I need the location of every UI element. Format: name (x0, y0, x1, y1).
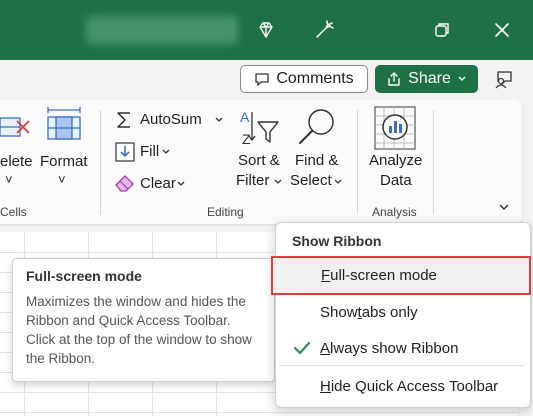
share-button[interactable]: Share (375, 65, 478, 93)
checkmark-icon (293, 340, 311, 360)
comment-icon (255, 73, 269, 86)
menu-item-label: ull-screen mode (330, 267, 437, 284)
group-separator (357, 110, 358, 214)
chevron-down-icon (499, 204, 509, 210)
analysis-group-label: Analysis (372, 205, 417, 219)
group-separator (100, 110, 101, 214)
menu-title: Show Ribbon (292, 233, 382, 249)
chevron-down-icon (458, 76, 466, 81)
fill-down-icon (115, 142, 135, 167)
blurred-document-title (86, 16, 238, 44)
chevron-down-icon[interactable] (332, 175, 344, 193)
sort-filter-label-1[interactable]: Sort & (238, 152, 280, 169)
menu-item-label: ide Quick Access Toolbar (330, 377, 499, 395)
format-label[interactable]: Format (40, 153, 88, 170)
fill-label[interactable]: Fill (140, 143, 159, 160)
format-cells-icon (46, 106, 82, 147)
svg-text:A: A (240, 109, 250, 125)
analyze-data-icon (374, 106, 416, 155)
close-icon[interactable] (488, 16, 516, 44)
find-select-label-1[interactable]: Find & (295, 152, 338, 169)
analyze-data-label-2[interactable]: Data (380, 172, 412, 189)
format-dropdown-arrow[interactable]: ˅ (58, 172, 66, 187)
clear-label[interactable]: Clear (140, 175, 176, 192)
chevron-down-icon[interactable] (160, 145, 172, 163)
chevron-down-icon[interactable] (213, 113, 225, 131)
menu-item-accelerator: A (320, 339, 331, 357)
diamond-icon[interactable] (252, 16, 280, 44)
menu-item-label: abs only (361, 303, 418, 321)
delete-dropdown-arrow[interactable]: ˅ (5, 172, 13, 187)
comments-label: Comments (276, 70, 354, 87)
tooltip-body: Maximizes the window and hides the Ribbo… (26, 294, 252, 366)
menu-item-label: Show (320, 303, 358, 321)
menu-item-always-show-ribbon[interactable]: Always show Ribbon (279, 332, 525, 364)
magic-wand-icon[interactable] (310, 16, 338, 44)
restore-icon[interactable] (428, 16, 456, 44)
share-icon (388, 72, 400, 86)
grid-line (0, 412, 533, 413)
menu-separator (279, 365, 525, 366)
menu-item-accelerator: H (320, 377, 331, 395)
eraser-icon (114, 173, 136, 198)
sort-filter-label-2[interactable]: Filter (236, 172, 269, 189)
person-chat-icon (495, 71, 512, 89)
find-select-icon (297, 107, 337, 152)
tooltip-title: Full-screen mode (26, 268, 142, 284)
analyze-data-label-1[interactable]: Analyze (369, 152, 422, 169)
delete-cells-icon (0, 110, 32, 147)
sort-filter-icon: AZ (238, 108, 280, 153)
find-select-label-2[interactable]: Select (290, 172, 332, 189)
share-label: Share (408, 70, 451, 87)
chevron-down-icon[interactable] (175, 177, 187, 195)
menu-item-label: lways show Ribbon (330, 339, 459, 357)
editing-group-label: Editing (207, 205, 244, 219)
comments-button[interactable]: Comments (240, 65, 368, 93)
menu-item-full-screen-mode[interactable]: Full-screen mode (271, 256, 531, 295)
menu-item-hide-quick-access-toolbar[interactable]: Hide Quick Access Toolbar (279, 370, 525, 402)
presence-button[interactable] (490, 66, 518, 92)
cells-group-label: Cells (0, 205, 27, 219)
autosum-icon (115, 110, 133, 135)
ribbon-display-options-button[interactable] (492, 196, 516, 218)
group-separator (433, 110, 434, 214)
menu-item-accelerator: F (321, 267, 331, 284)
autosum-label[interactable]: AutoSum (140, 111, 202, 128)
menu-item-show-tabs-only[interactable]: Show t abs only (279, 296, 525, 328)
tooltip: Full-screen mode Maximizes the window an… (12, 258, 275, 382)
chevron-down-icon[interactable] (272, 175, 284, 193)
delete-label[interactable]: elete (0, 153, 33, 170)
svg-text:Z: Z (242, 131, 251, 147)
